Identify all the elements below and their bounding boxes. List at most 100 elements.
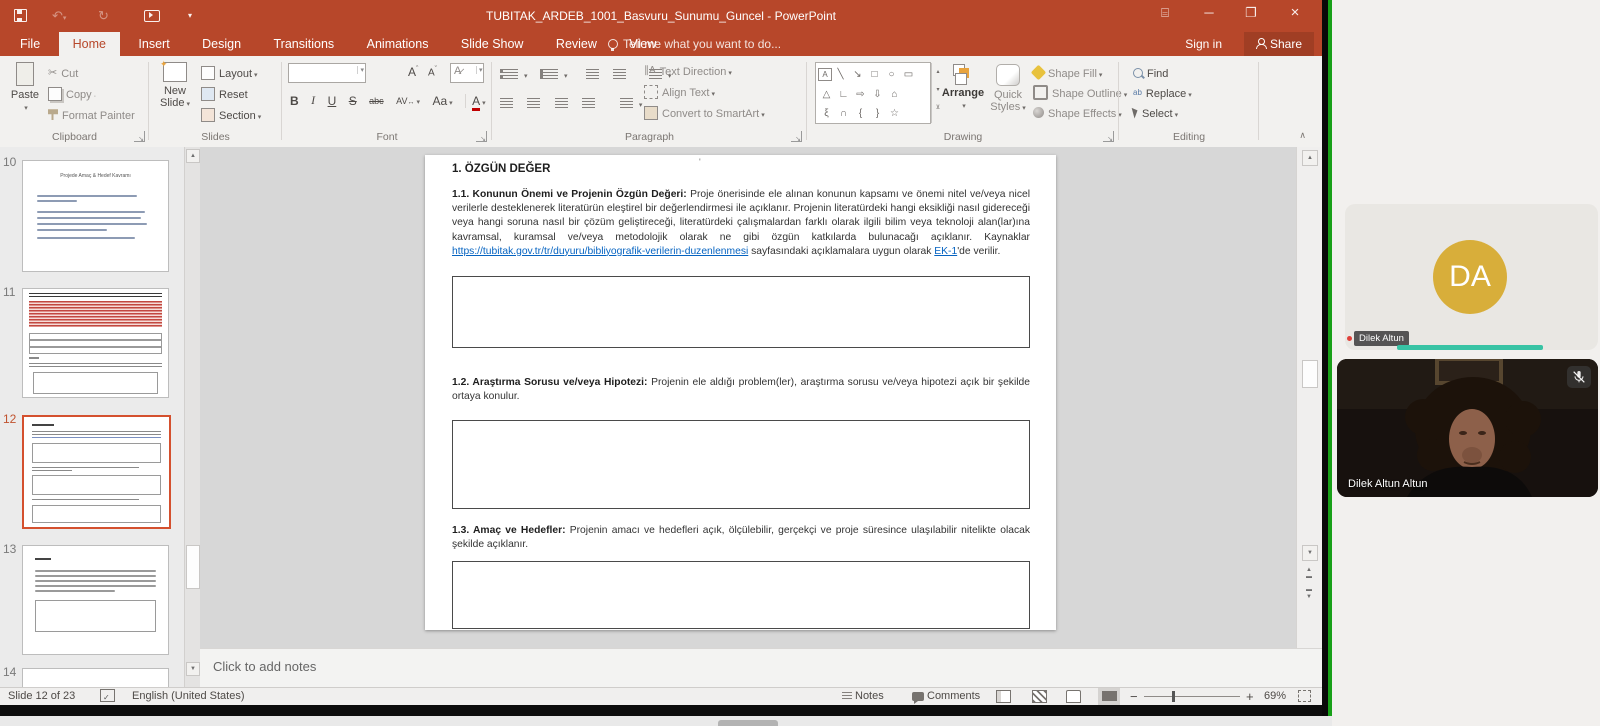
- clipboard-dialog-launcher[interactable]: [134, 131, 145, 142]
- shape-rectangle-icon[interactable]: □: [866, 67, 883, 83]
- proofing-icon[interactable]: ✓: [100, 688, 115, 705]
- language-indicator[interactable]: English (United States): [132, 688, 245, 705]
- shape-triangle-icon[interactable]: △: [818, 87, 835, 103]
- text-direction-button[interactable]: ∥AText Direction▾: [644, 62, 732, 80]
- next-slide-button[interactable]: ▬▼: [1302, 587, 1316, 601]
- character-spacing-button[interactable]: AV↔▾: [396, 96, 420, 106]
- slide-canvas[interactable]: 1. ÖZGÜN DEĞER ' 1.1. Konunun Önemi ve P…: [425, 155, 1056, 630]
- collapse-ribbon-icon[interactable]: ∧: [1299, 130, 1306, 141]
- shape-outline-button[interactable]: Shape Outline▾: [1033, 84, 1127, 102]
- quick-styles-button[interactable]: QuickStyles▾: [987, 64, 1029, 113]
- tab-design[interactable]: Design: [188, 32, 255, 56]
- thumbnail-slide-10[interactable]: Projede Amaç & Hedef Kavramı: [22, 160, 169, 272]
- shape-fill-button[interactable]: Shape Fill▾: [1033, 64, 1102, 82]
- new-slide-button[interactable]: ✦ NewSlide▾: [155, 62, 195, 109]
- align-left-icon[interactable]: [500, 98, 513, 108]
- restore-button[interactable]: ❐: [1234, 0, 1268, 26]
- participant-tile-2[interactable]: Dilek Altun Altun: [1337, 359, 1598, 497]
- shape-oval-icon[interactable]: ○: [883, 67, 900, 83]
- replace-button[interactable]: abReplace▾: [1133, 84, 1192, 102]
- minimize-button[interactable]: ─: [1192, 0, 1226, 26]
- copy-button[interactable]: Copy·: [48, 85, 96, 103]
- convert-smartart-button[interactable]: Convert to SmartArt▾: [644, 104, 765, 122]
- shape-rounded-rect-icon[interactable]: ▭: [900, 67, 917, 83]
- columns-icon[interactable]: [620, 98, 633, 108]
- thumb-scroll-thumb[interactable]: [186, 545, 200, 589]
- drawing-dialog-launcher[interactable]: [1103, 131, 1114, 142]
- thumbnail-slide-14[interactable]: [22, 668, 169, 687]
- shape-star-icon[interactable]: ☆: [886, 106, 903, 122]
- align-center-icon[interactable]: [527, 98, 540, 108]
- numbering-icon[interactable]: [540, 69, 558, 79]
- shape-effects-button[interactable]: Shape Effects▾: [1033, 104, 1122, 122]
- align-text-button[interactable]: Align Text▾: [644, 83, 715, 101]
- slide-title[interactable]: 1. ÖZGÜN DEĞER: [452, 163, 550, 175]
- shapes-gallery[interactable]: A╲↘□○▭ △∟⇨⇩⌂ ξ∩{}☆ ▴▾⊻: [815, 62, 931, 124]
- italic-button[interactable]: I: [311, 93, 315, 108]
- answer-box-1-2[interactable]: [452, 420, 1030, 509]
- tab-slide-show[interactable]: Slide Show: [447, 32, 538, 56]
- shrink-font-button[interactable]: Aˇ: [428, 66, 437, 78]
- tab-transitions[interactable]: Transitions: [260, 32, 349, 56]
- ribbon-display-options-icon[interactable]: ⌸: [1148, 0, 1182, 26]
- notes-toggle[interactable]: Notes: [842, 688, 884, 705]
- fit-slide-to-window-button[interactable]: [1298, 688, 1311, 705]
- shape-elbow-icon[interactable]: ∟: [835, 87, 852, 103]
- slide-indicator[interactable]: Slide 12 of 23: [8, 688, 75, 705]
- share-button[interactable]: Share: [1244, 32, 1314, 56]
- shape-arc-icon[interactable]: ∩: [835, 106, 852, 122]
- align-right-icon[interactable]: [555, 98, 568, 108]
- answer-box-1-1[interactable]: [452, 276, 1030, 348]
- shape-scribble-icon[interactable]: ξ: [818, 106, 835, 122]
- select-button[interactable]: Select▾: [1133, 104, 1178, 122]
- participant-tile-1[interactable]: DA Dilek Altun: [1345, 204, 1598, 350]
- arrange-button[interactable]: Arrange▾: [941, 64, 985, 111]
- thumbnail-scrollbar[interactable]: ▲ ▼: [184, 147, 200, 687]
- layout-button[interactable]: Layout▾: [201, 64, 258, 82]
- bullets-icon[interactable]: [500, 69, 518, 79]
- shape-arrow-icon[interactable]: ↘: [849, 67, 866, 83]
- paragraph-dialog-launcher[interactable]: [791, 131, 802, 142]
- shape-pentagon-icon[interactable]: ⌂: [886, 87, 903, 103]
- increase-indent-icon[interactable]: [613, 69, 626, 79]
- scroll-down-icon[interactable]: ▼: [1302, 545, 1318, 561]
- clear-formatting-button[interactable]: A̷: [454, 65, 461, 77]
- tell-me-box[interactable]: Tell me what you want to do...: [608, 32, 781, 56]
- close-button[interactable]: ×: [1278, 0, 1312, 26]
- tab-home[interactable]: Home: [59, 32, 120, 56]
- zoom-slider-track[interactable]: [1144, 696, 1240, 697]
- reading-view-button[interactable]: [1066, 688, 1081, 705]
- tab-insert[interactable]: Insert: [124, 32, 183, 56]
- scroll-up-icon[interactable]: ▲: [1302, 150, 1318, 166]
- section-1-2-paragraph[interactable]: 1.2. Araştırma Sorusu ve/veya Hipotezi: …: [452, 376, 1030, 418]
- scroll-thumb[interactable]: [1302, 360, 1318, 388]
- thumbnail-slide-13[interactable]: [22, 545, 169, 655]
- thumbnail-slide-11[interactable]: [22, 288, 169, 398]
- zoom-slider-thumb[interactable]: [1172, 691, 1175, 702]
- shadow-button[interactable]: abc: [369, 96, 384, 106]
- taskbar-pill[interactable]: [718, 720, 778, 726]
- section-1-3-paragraph[interactable]: 1.3. Amaç ve Hedefler: Projenin amacı ve…: [452, 524, 1030, 560]
- notes-pane[interactable]: Click to add notes: [200, 648, 1322, 688]
- tab-review[interactable]: Review: [542, 32, 611, 56]
- normal-view-button[interactable]: [996, 688, 1011, 705]
- zoom-level[interactable]: 69%: [1264, 688, 1286, 705]
- decrease-indent-icon[interactable]: [586, 69, 599, 79]
- find-button[interactable]: Find: [1133, 64, 1168, 82]
- font-color-button[interactable]: A▾: [465, 94, 486, 108]
- bold-button[interactable]: B: [290, 94, 299, 108]
- mic-muted-icon[interactable]: [1567, 366, 1591, 388]
- shape-line-icon[interactable]: ╲: [832, 67, 849, 83]
- shape-right-brace-icon[interactable]: }: [869, 106, 886, 122]
- answer-box-1-3[interactable]: [452, 561, 1030, 629]
- previous-slide-button[interactable]: ▲▬: [1302, 567, 1316, 581]
- thumb-scroll-up-icon[interactable]: ▲: [186, 149, 200, 163]
- ek1-link[interactable]: EK-1: [934, 246, 957, 257]
- thumb-scroll-down-icon[interactable]: ▼: [186, 662, 200, 676]
- shape-down-arrow-icon[interactable]: ⇩: [869, 87, 886, 103]
- cut-button[interactable]: ✂Cut: [48, 64, 78, 82]
- shape-left-brace-icon[interactable]: {: [852, 106, 869, 122]
- section-1-1-paragraph[interactable]: 1.1. Konunun Önemi ve Projenin Özgün Değ…: [452, 188, 1030, 274]
- font-name-combo[interactable]: [288, 63, 366, 83]
- font-dialog-launcher[interactable]: [476, 131, 487, 142]
